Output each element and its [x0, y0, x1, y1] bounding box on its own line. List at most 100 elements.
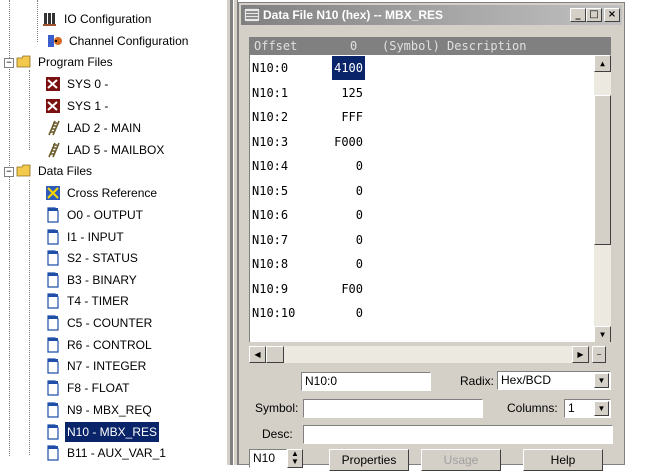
row-value[interactable]: 4100 [332, 56, 365, 80]
table-row[interactable]: N10:3 F000 [250, 130, 595, 154]
table-row[interactable]: N10:1 125 [250, 81, 595, 105]
scroll-up-button[interactable]: ▲ [594, 55, 611, 72]
usage-button[interactable]: Usage [421, 449, 501, 471]
tree-item-n9-mbx-req[interactable]: N9 - MBX_REQ [45, 400, 154, 420]
vertical-scroll-thumb[interactable] [594, 95, 611, 245]
tree-item-label: C5 - COUNTER [67, 316, 153, 330]
row-value[interactable]: 0 [356, 154, 363, 178]
tree-item-t4-timer[interactable]: T4 - TIMER [45, 291, 131, 311]
split-view-button[interactable]: − [592, 346, 606, 363]
tree-item-o0-output[interactable]: O0 - OUTPUT [45, 205, 145, 225]
cross-reference-icon [46, 186, 60, 200]
tree-item-io-configuration[interactable]: IO Configuration [42, 9, 153, 29]
tree-item-b11-aux-var-1[interactable]: B11 - AUX_VAR_1 [45, 443, 168, 463]
ladder-icon [48, 120, 60, 136]
file-number-field[interactable]: N10 [249, 449, 287, 468]
minimize-button[interactable]: _ [570, 8, 586, 22]
table-row[interactable]: N10:5 0 [250, 179, 595, 203]
tree-item-s2-status[interactable]: S2 - STATUS [45, 248, 140, 268]
row-value[interactable]: F000 [334, 130, 363, 154]
close-button[interactable]: × [604, 8, 620, 22]
radix-dropdown-arrow[interactable]: ▼ [594, 373, 609, 388]
table-row[interactable]: N10:0 4100 [250, 56, 595, 80]
io-config-icon [43, 13, 56, 26]
table-row[interactable]: N10:10 0 [250, 301, 595, 325]
data-file-icon [47, 445, 59, 461]
pane-splitter[interactable] [226, 0, 238, 465]
table-row[interactable]: N10:8 0 [250, 252, 595, 276]
tree-item-label: B11 - AUX_VAR_1 [67, 446, 166, 460]
row-value[interactable]: 0 [356, 228, 363, 252]
row-value[interactable]: F00 [341, 277, 363, 301]
description-field[interactable] [303, 425, 613, 444]
columns-dropdown-arrow[interactable]: ▼ [594, 401, 609, 416]
header-description: (Symbol) Description [382, 39, 527, 53]
table-row[interactable]: N10:2 FFF [250, 105, 595, 129]
tree-item-lad-2-main[interactable]: LAD 2 - MAIN [45, 118, 143, 138]
row-value[interactable]: 125 [341, 81, 363, 105]
scroll-down-button[interactable]: ▼ [594, 326, 611, 342]
file-number-spinner[interactable]: ▲ ▼ [287, 449, 303, 468]
tree-connector [29, 70, 30, 150]
data-file-icon [47, 380, 59, 396]
row-value[interactable]: 0 [356, 203, 363, 227]
radix-select[interactable]: Hex/BCD ▼ [497, 371, 611, 390]
columns-select[interactable]: 1 ▼ [564, 399, 611, 418]
tree-item-channel-configuration[interactable]: Channel Configuration [47, 31, 190, 51]
desc-label: Desc: [262, 427, 293, 441]
row-address: N10:7 [252, 232, 289, 247]
table-row[interactable]: N10:6 0 [250, 203, 595, 227]
scroll-left-button[interactable]: ◀ [249, 346, 266, 363]
tree-item-c5-counter[interactable]: C5 - COUNTER [45, 313, 154, 333]
properties-button[interactable]: Properties [329, 449, 409, 471]
row-address: N10:9 [252, 281, 289, 296]
row-value[interactable]: 0 [356, 252, 363, 276]
address-field[interactable]: N10:0 [301, 372, 431, 391]
tree-item-b3-binary[interactable]: B3 - BINARY [45, 270, 139, 290]
symbol-field[interactable] [303, 399, 483, 418]
data-file-icon [47, 358, 59, 374]
tree-item-label: LAD 2 - MAIN [67, 121, 142, 135]
window-titlebar[interactable]: Data File N10 (hex) -- MBX_RES _ □ × [241, 5, 622, 25]
tree-item-data-files[interactable]: Data Files [16, 161, 94, 181]
data-file-icon [47, 337, 59, 353]
table-row[interactable]: N10:4 0 [250, 154, 595, 178]
row-address: N10:5 [252, 183, 289, 198]
tree-item-label: N10 - MBX_RES [63, 421, 161, 443]
tree-item-n7-integer[interactable]: N7 - INTEGER [45, 356, 148, 376]
tree-item-r6-control[interactable]: R6 - CONTROL [45, 335, 154, 355]
table-row[interactable]: N10:7 0 [250, 228, 595, 252]
data-file-icon [47, 293, 59, 309]
horizontal-scrollbar[interactable]: ◀ ▶ [249, 346, 589, 363]
tree-item-label: S2 - STATUS [67, 251, 138, 265]
row-address: N10:2 [252, 110, 289, 124]
tree-item-sys-0[interactable]: SYS 0 - [45, 74, 110, 94]
row-value[interactable]: FFF [341, 105, 363, 129]
row-address: N10:6 [252, 208, 289, 222]
scroll-right-button[interactable]: ▶ [572, 346, 589, 363]
tree-item-sys-1[interactable]: SYS 1 - [45, 96, 110, 116]
row-value[interactable]: 0 [356, 301, 363, 325]
tree-item-n10-mbx-res[interactable]: N10 - MBX_RES [45, 421, 161, 443]
collapse-program-files-toggle[interactable]: − [4, 58, 14, 68]
row-value[interactable]: 0 [356, 179, 363, 203]
maximize-button[interactable]: □ [586, 8, 602, 22]
help-button[interactable]: Help [523, 449, 603, 471]
row-address: N10:1 [252, 85, 289, 100]
collapse-data-files-toggle[interactable]: − [4, 167, 14, 177]
tree-item-label: B3 - BINARY [67, 273, 137, 287]
tree-item-lad-5-mailbox[interactable]: LAD 5 - MAILBOX [45, 140, 166, 160]
tree-item-program-files[interactable]: Program Files [16, 52, 115, 72]
vertical-scrollbar[interactable]: ▲ ▼ [594, 55, 611, 342]
table-row[interactable]: N10:9 F00 [250, 277, 595, 301]
row-address: N10:0 [252, 61, 289, 75]
data-file-icon [47, 250, 59, 266]
tree-item-i1-input[interactable]: I1 - INPUT [45, 227, 126, 247]
data-file-icon [47, 207, 59, 223]
folder-icon [16, 55, 31, 68]
tree-item-label: Cross Reference [67, 186, 158, 200]
tree-item-label: I1 - INPUT [67, 230, 124, 244]
tree-item-f8-float[interactable]: F8 - FLOAT [45, 378, 131, 398]
tree-item-cross-reference[interactable]: Cross Reference [45, 183, 159, 203]
horizontal-scroll-thumb[interactable] [266, 346, 284, 363]
